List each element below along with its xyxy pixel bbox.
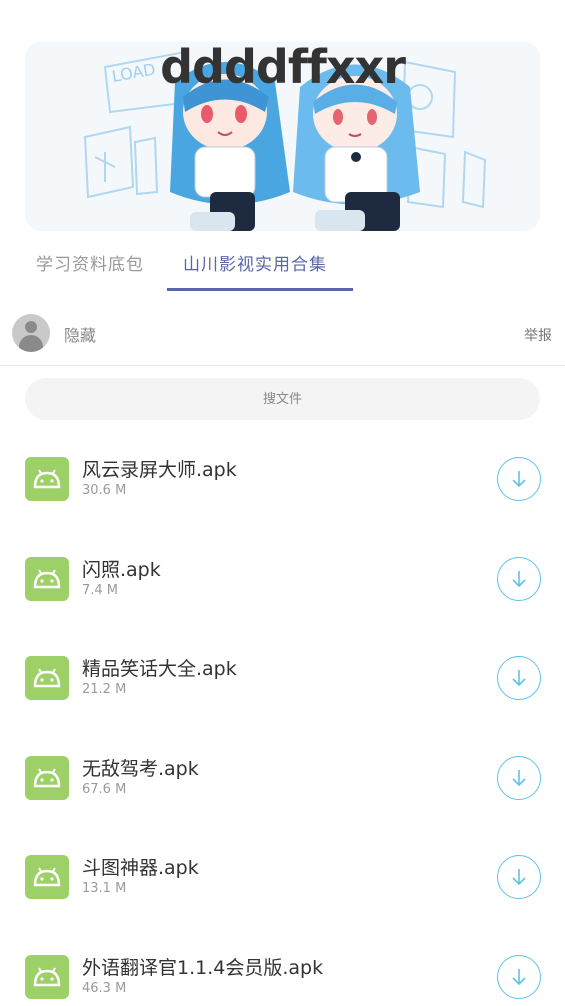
list-item[interactable]: 精品笑话大全.apk 21.2 M [0,629,565,729]
arrow-down-icon [512,570,526,587]
list-item[interactable]: 外语翻译官1.1.4会员版.apk 46.3 M [0,928,565,1006]
search-input[interactable] [25,378,540,420]
avatar[interactable] [12,314,50,352]
file-size: 46.3 M [82,980,127,996]
android-icon [25,457,69,501]
android-icon [25,656,69,700]
android-icon [25,755,69,800]
active-tab-indicator [167,288,353,291]
tab-shanchuan-video-collection[interactable]: 山川影视实用合集 [183,250,327,275]
list-item[interactable]: 闪照.apk 7.4 M [0,530,565,630]
arrow-down-icon [512,670,526,687]
file-size: 21.2 M [82,682,127,697]
file-name: 斗图神器.apk [82,857,199,879]
download-button[interactable] [497,855,541,899]
arrow-down-icon [512,869,526,886]
tab-bar: 学习资料底包 山川影视实用合集 [0,240,565,292]
download-button[interactable] [497,954,541,999]
file-size: 67.6 M [82,781,127,797]
report-button[interactable]: 举报 [524,325,552,345]
arrow-down-icon [512,471,526,488]
download-button[interactable] [497,457,541,501]
uploader-name[interactable]: 隐藏 [64,322,96,346]
download-button[interactable] [497,755,541,800]
download-button[interactable] [497,556,541,601]
tab-study-materials[interactable]: 学习资料底包 [36,250,144,275]
arrow-down-icon [512,968,526,985]
android-icon [25,855,69,899]
file-name: 闪照.apk [82,558,161,581]
file-size: 13.1 M [82,881,127,896]
uploader-row: 隐藏 举报 [0,312,565,366]
file-name: 精品笑话大全.apk [82,658,237,680]
file-name: 无敌驾考.apk [82,757,199,780]
banner-title: ddddffxxr [160,42,406,94]
download-button[interactable] [497,656,541,700]
file-name: 风云录屏大师.apk [82,459,237,481]
android-icon [25,556,69,601]
avatar-shoulders [19,335,43,352]
list-item[interactable]: 风云录屏大师.apk 30.6 M [0,430,565,530]
list-item[interactable]: 无敌驾考.apk 67.6 M [0,729,565,829]
arrow-down-icon [512,769,526,786]
banner-image[interactable]: LOAD ddddffxxr [25,42,540,231]
file-name: 外语翻译官1.1.4会员版.apk [82,956,324,979]
file-list: 风云录屏大师.apk 30.6 M 闪照.apk 7.4 M 精品笑话大全.ap… [0,430,565,1006]
list-item[interactable]: 斗图神器.apk 13.1 M [0,828,565,928]
android-icon [25,954,69,999]
file-size: 7.4 M [82,582,119,598]
avatar-head [25,321,37,333]
file-size: 30.6 M [82,483,127,498]
